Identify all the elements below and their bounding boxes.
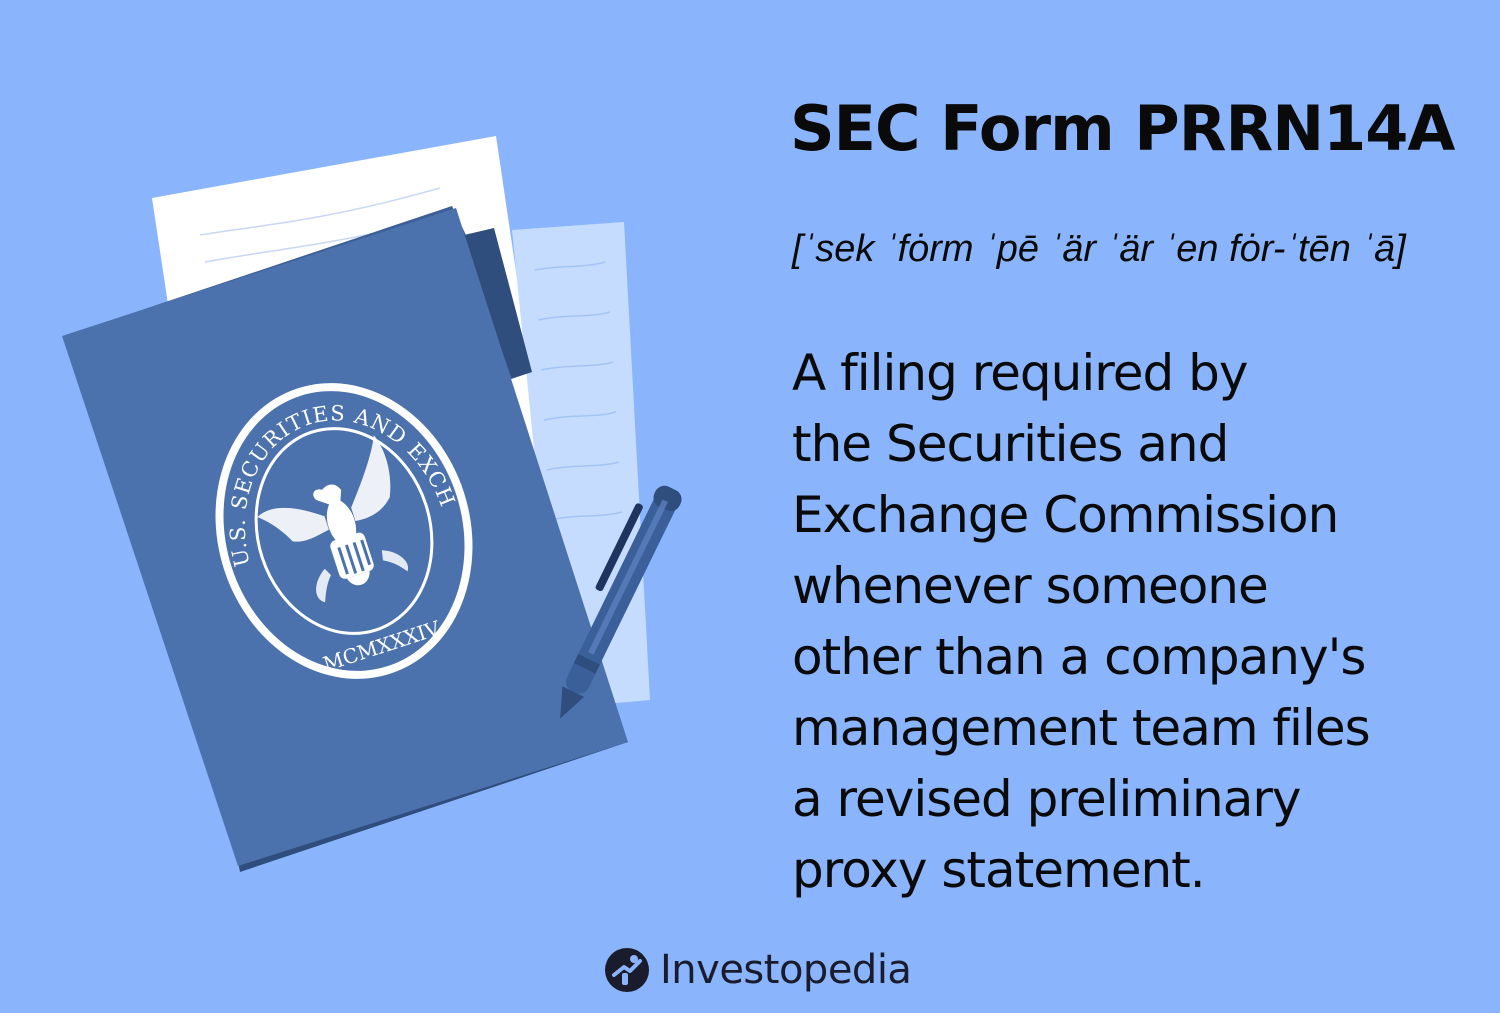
sec-folder-illustration: U.S. SECURITIES AND EXCHANGE COMMISSION … [62, 136, 682, 872]
brand-name: Investopedia [660, 947, 912, 993]
definition-line: whenever someone [792, 557, 1269, 615]
definition-line: a revised preliminary [792, 770, 1302, 828]
definition-line: Exchange Commission [792, 486, 1339, 544]
definition-text: A filing required by the Securities and … [792, 338, 1472, 906]
definition-line: the Securities and [792, 415, 1229, 473]
page-title: SEC Form PRRN14A [790, 92, 1455, 165]
definition-line: proxy statement. [792, 841, 1206, 899]
investopedia-logo-icon [605, 948, 649, 992]
definition-line: A filing required by [792, 344, 1248, 402]
brand-logo: Investopedia [604, 942, 912, 998]
definition-line: other than a company's [792, 628, 1366, 686]
pronunciation-text: [ˈsek ˈfȯrm ˈpē ˈär ˈär ˈen fȯr-ˈtēn ˈā] [792, 228, 1406, 270]
definition-line: management team files [792, 699, 1371, 757]
